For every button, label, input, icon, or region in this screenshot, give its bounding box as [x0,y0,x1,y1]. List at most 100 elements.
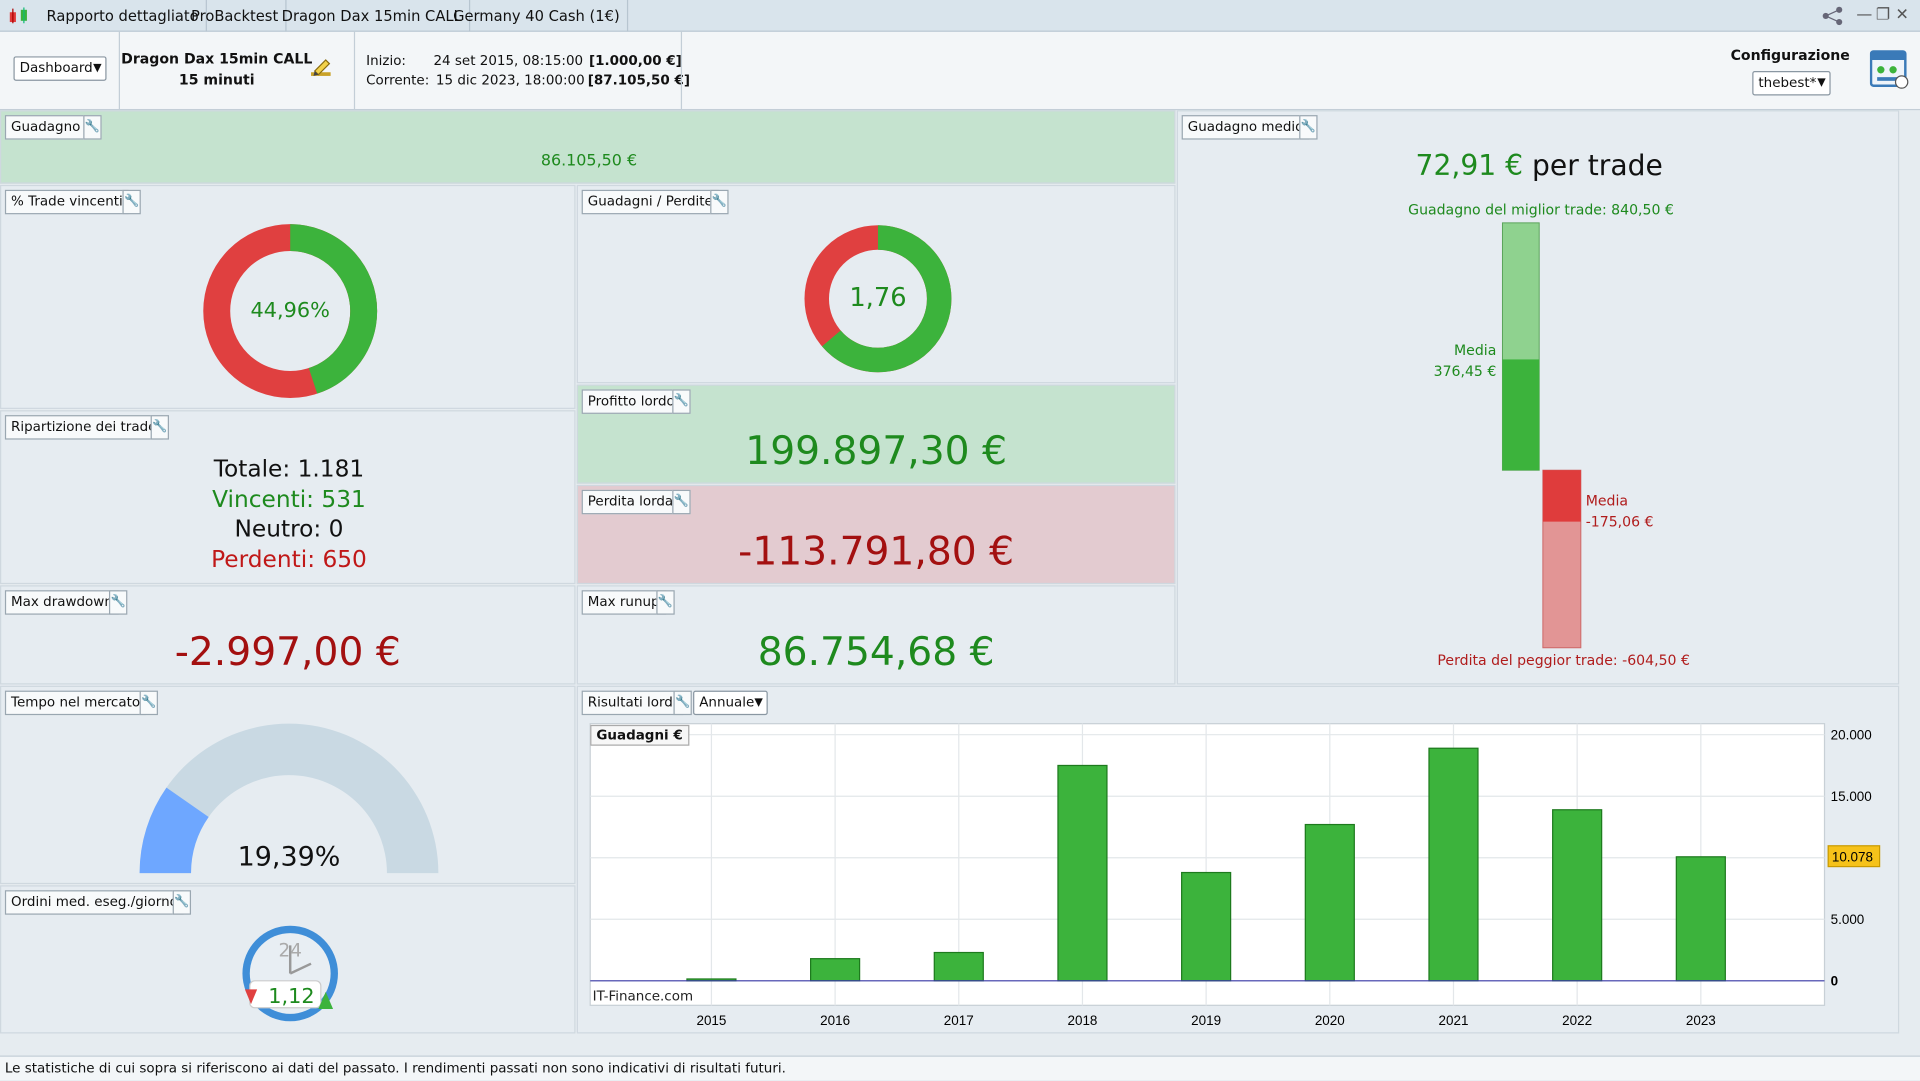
chevron-down-icon: ▼ [93,62,102,75]
bar-2021 [1428,747,1479,982]
report-header: Dashboard ▼ Dragon Dax 15min CALL 15 minu… [0,31,1920,111]
wrench-icon[interactable]: 🔧 [656,590,675,615]
gain-loss-ratio-value: 1,76 [849,282,907,313]
max-runup-title: Max runup [581,590,666,615]
wrench-icon[interactable]: 🔧 [122,189,141,215]
max-runup-value: 86.754,68 € [757,628,995,675]
breakdown-total: Totale: 1.181 [1,454,577,484]
avg-win-label-block: Media 376,45 € [1423,340,1497,382]
x-tick-labels: 2015 2016 2017 2018 2019 2020 2021 2022 2023 [696,1013,1715,1028]
avg-gain-bars [1501,222,1582,649]
clock-number: 24 [278,939,302,962]
config-settings-icon[interactable] [1869,49,1909,96]
tab-probacktest[interactable]: ProBacktest [184,0,287,32]
max-drawdown-title: Max drawdown [4,590,119,615]
gross-profit-panel: Profitto lordo 🔧 199.897,30 € [576,384,1176,484]
avg-loss-label-block: Media -175,06 € [1586,491,1654,533]
gross-loss-title: Perdita lorda [581,489,680,515]
avg-loss-label: Media [1585,492,1629,510]
breakdown-loss: Perdenti: 650 [1,544,577,574]
wrench-icon[interactable]: 🔧 [139,690,158,716]
wrench-icon[interactable]: 🔧 [710,189,729,215]
bar-2023 [1675,856,1726,982]
gross-profit-title: Profitto lordo [581,389,681,414]
x-tick-2023: 2023 [1686,1013,1716,1028]
x-tick-2016: 2016 [820,1013,850,1028]
worst-trade-label: Perdita del peggior trade: -604,50 € [1437,651,1690,669]
gain-title: Guadagno [4,115,87,140]
avg-loss-bar [1542,470,1581,522]
gross-results-chart: 2015 2016 2017 2018 2019 2020 2021 2022 2023 0 5.… [589,723,1881,1028]
current-date: 15 dic 2023, 18:00:00 [435,72,585,89]
minimize-icon[interactable]: — [1856,6,1872,24]
wrench-icon[interactable]: 🔧 [672,489,691,515]
max-runup-panel: Max runup 🔧 86.754,68 € [576,585,1176,685]
avg-win-value: 376,45 € [1433,361,1497,380]
neutral-label: Neutro: [234,515,322,543]
avg-win-bar [1502,359,1540,471]
bar-2017 [933,951,984,982]
gross-results-panel: Risultati lordi 🔧 Annuale ▼ 2015 2016 2017 2… [576,685,1900,1034]
wrench-icon[interactable]: 🔧 [672,389,691,414]
trade-breakdown-title: Ripartizione dei trade [4,415,163,440]
loss-value: 650 [322,545,367,573]
start-label: Inizio: [366,52,406,69]
gross-loss-value: -113.791,80 € [738,527,1015,575]
neutral-value: 0 [328,515,344,543]
y-tick-15.000: 15.000 [1831,789,1872,804]
config-select[interactable]: thebest* ▼ [1752,71,1831,96]
x-tick-2019: 2019 [1191,1013,1221,1028]
win-value: 531 [321,485,366,513]
bar-2019 [1181,871,1232,982]
trade-breakdown-panel: Ripartizione dei trade 🔧 Totale: 1.181 V… [0,410,577,585]
divider [353,31,356,111]
wrench-icon[interactable]: 🔧 [108,590,128,615]
chart-title: Guadagni € [590,724,689,746]
restore-icon[interactable]: ❐ [1876,6,1890,24]
view-select[interactable]: Dashboard ▼ [13,56,107,81]
tab-instrument[interactable]: Germany 40 Cash (1€) [446,0,629,32]
bar-2020 [1304,823,1355,982]
candlestick-icon [7,7,34,24]
orders-per-day-title: Ordini med. eseg./giorno [4,890,185,915]
gain-value: 86.105,50 € [540,151,638,171]
current-label: Corrente: [366,72,430,89]
orders-per-day-value: 1,12 [268,984,315,1009]
bar-2016 [810,958,861,982]
wrench-icon[interactable]: 🔧 [150,415,169,440]
title-bar: Rapporto dettagliato ProBacktest Dragon … [0,0,1920,32]
avg-gain-panel: Guadagno medio 🔧 72,91 € per trade Guada… [1176,110,1900,685]
x-tick-2018: 2018 [1067,1013,1097,1028]
tab-rapporto-dettagliato[interactable]: Rapporto dettagliato [39,0,208,32]
timeframe: 15 minuti [178,71,255,89]
bar-2022 [1552,809,1603,982]
share-icon[interactable] [1822,6,1844,30]
x-tick-2020: 2020 [1315,1013,1345,1028]
x-tick-2015: 2015 [696,1013,726,1028]
tab-strategy[interactable]: Dragon Dax 15min CALL [274,0,471,32]
time-in-market-title: Tempo nel mercato [4,690,147,716]
gross-profit-value: 199.897,30 € [745,427,1007,474]
gain-panel: Guadagno 🔧 86.105,50 € [0,110,1176,184]
win-percentage-title: % Trade vincenti [4,189,129,215]
win-percentage-panel: % Trade vincenti 🔧 44,96% [0,184,576,409]
breakdown-neutral: Neutro: 0 [1,514,577,544]
y-tick-0: 0 [1831,974,1838,989]
win-label: Vincenti: [212,485,315,513]
current-capital: [87.105,50 €] [587,72,690,89]
x-tick-2017: 2017 [944,1013,974,1028]
wrench-icon[interactable]: 🔧 [83,115,102,140]
chevron-down-icon: ▼ [1817,77,1826,90]
last-value-marker: 10.078 [1827,845,1881,868]
start-date: 24 set 2015, 08:15:00 [433,52,584,69]
total-label: Totale: [213,455,291,483]
max-drawdown-panel: Max drawdown 🔧 -2.997,00 € [0,585,576,685]
close-icon[interactable]: ✕ [1896,6,1909,24]
gain-loss-ratio-title: Guadagni / Perdite [581,189,719,215]
wrench-icon[interactable]: 🔧 [172,890,192,915]
start-capital: [1.000,00 €] [588,52,682,69]
y-tick-20.000: 20.000 [1831,728,1872,743]
edit-pencil-icon[interactable] [310,56,332,83]
time-in-market-value: 19,39% [237,842,341,874]
disclaimer-footer: Le statistiche di cui sopra si riferisco… [0,1055,1920,1081]
